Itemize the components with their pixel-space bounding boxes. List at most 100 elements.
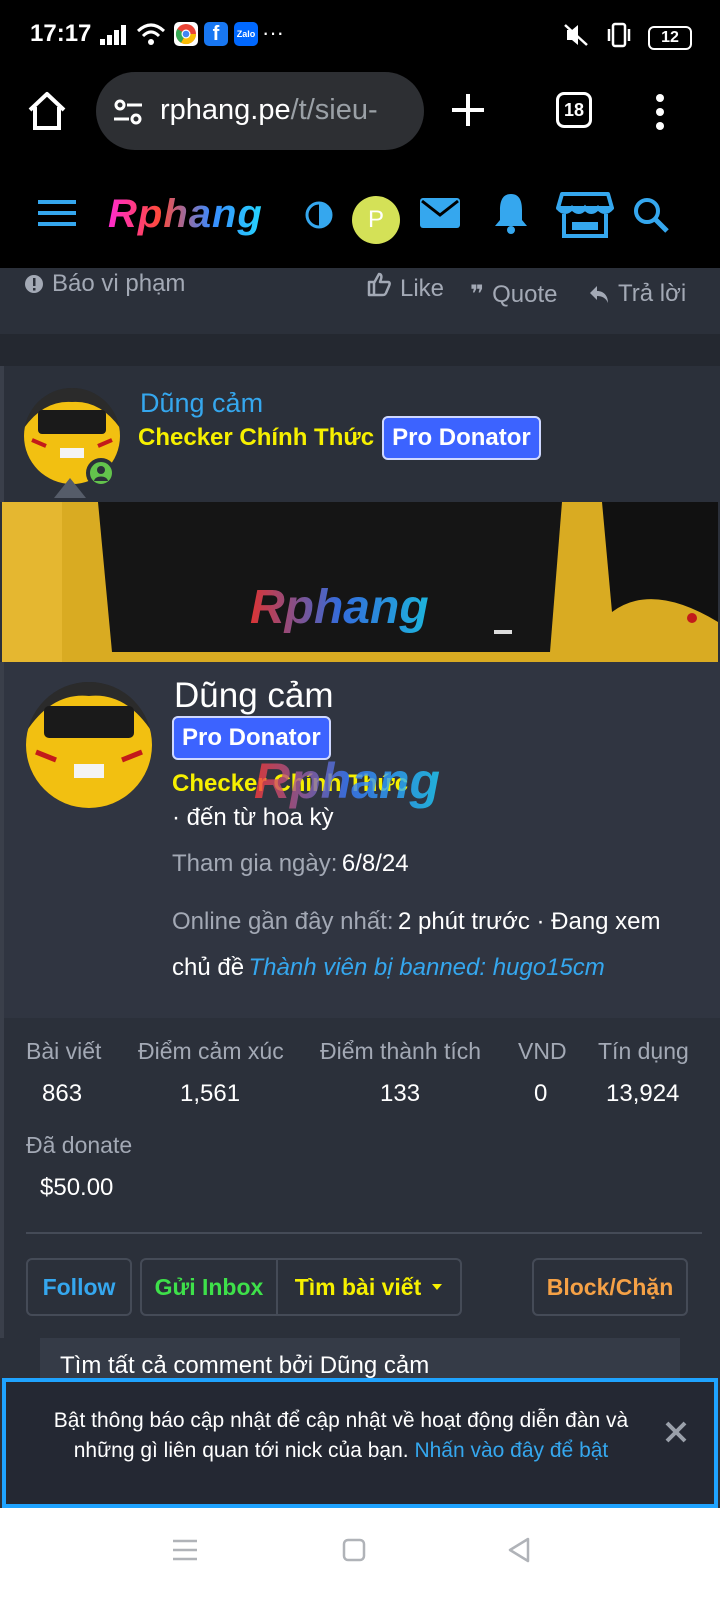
quote-button[interactable]: ❞ Quote: [470, 270, 557, 309]
search-icon: [634, 198, 669, 233]
find-posts-label: Tìm bài viết: [294, 1273, 422, 1300]
profile-joined: Tham gia ngày: 6/8/24: [172, 850, 409, 878]
find-posts-button[interactable]: Tìm bài viết: [276, 1258, 462, 1316]
url-text: rphang.pe/t/sieu-: [160, 94, 410, 127]
member-avatar-large[interactable]: [26, 682, 152, 808]
url-bar[interactable]: rphang.pe/t/sieu-: [96, 72, 424, 150]
home-nav-button[interactable]: [342, 1538, 366, 1567]
member-title: Checker Chính Thức: [138, 424, 375, 451]
zalo-icon: Zalo: [234, 22, 258, 46]
post-actions: Báo vi phạm Like ❞ Quote Trả lời: [0, 268, 720, 334]
block-button[interactable]: Block/Chặn: [532, 1258, 688, 1316]
site-settings-icon[interactable]: [112, 96, 144, 133]
search-button[interactable]: [632, 196, 670, 239]
system-navigation-bar: [0, 1508, 720, 1600]
chrome-icon: [174, 22, 198, 46]
status-right: 12: [562, 22, 692, 53]
close-notice-button[interactable]: [656, 1412, 696, 1452]
back-nav-button[interactable]: [506, 1536, 532, 1569]
alerts-button[interactable]: [492, 190, 530, 239]
theme-toggle-button[interactable]: [304, 200, 334, 235]
status-time: 17:17: [30, 20, 92, 47]
caret-down-icon: [432, 1284, 443, 1290]
member-username-link[interactable]: Dũng cảm: [140, 388, 263, 419]
hamburger-menu-button[interactable]: [38, 198, 78, 233]
bell-icon: [495, 194, 527, 234]
profile-name: Dũng cảm: [174, 676, 334, 715]
quote-icon: ❞: [470, 281, 485, 308]
member-title-row: Checker Chính Thức Pro Donator: [138, 416, 541, 460]
store-icon: [556, 192, 614, 238]
browser-toolbar: rphang.pe/t/sieu- 18: [0, 70, 720, 150]
stat-value-reactions[interactable]: 1,561: [180, 1080, 240, 1108]
viewing-thread-link[interactable]: Thành viên bị banned: hugo15cm: [249, 954, 605, 981]
thumbs-up-icon: [367, 272, 391, 297]
stat-value-vnd: 0: [534, 1080, 548, 1107]
tooltip-arrow: [54, 478, 86, 498]
contrast-icon: [305, 201, 333, 229]
member-action-buttons: Follow Gửi Inbox Tìm bài viết Block/Chặn: [0, 1238, 720, 1338]
user-avatar[interactable]: P: [352, 196, 400, 244]
signal-icon: [98, 24, 130, 51]
joined-label: Tham gia ngày:: [172, 850, 338, 877]
quote-label: Quote: [492, 280, 558, 308]
home-button[interactable]: [22, 86, 72, 136]
stat-label-credits: Tín dụng: [598, 1038, 689, 1064]
enable-notifications-link[interactable]: Nhấn vào đây để bật: [414, 1439, 608, 1462]
home-icon: [28, 92, 66, 130]
profile-last-seen: Online gần đây nhất: 2 phút trước · Đang…: [172, 900, 712, 992]
online-label: Online gần đây nhất:: [172, 908, 394, 935]
new-tab-button[interactable]: [446, 88, 490, 132]
menu-lines-icon: [173, 1539, 197, 1561]
notification-app-icons: f Zalo: [174, 22, 258, 46]
report-link[interactable]: Báo vi phạm: [24, 270, 185, 298]
tab-switcher-button[interactable]: 18: [556, 92, 592, 128]
send-inbox-button[interactable]: Gửi Inbox: [140, 1258, 278, 1316]
back-triangle-icon: [508, 1537, 530, 1563]
profile-watermark: Rphang: [254, 753, 441, 809]
stat-label-reactions: Điểm cảm xúc: [138, 1038, 284, 1064]
screen: 17:17 f Zalo ··· 12 rphang.pe/t/sieu- 18…: [0, 0, 720, 1600]
reply-icon: [590, 286, 608, 303]
member-profile-card: Dũng cảm Pro Donator Checker Chính Thức …: [0, 662, 720, 1018]
battery-indicator: 12: [648, 25, 692, 50]
stat-label-vnd: VND: [518, 1038, 567, 1064]
square-icon: [342, 1538, 366, 1562]
stat-value-credits: 13,924: [606, 1080, 680, 1107]
hamburger-icon: [38, 200, 76, 226]
member-tooltip-header: Dũng cảm Checker Chính Thức Pro Donator: [0, 366, 720, 502]
alert-icon: [25, 275, 43, 293]
online-status-icon: [86, 458, 116, 488]
follow-button[interactable]: Follow: [26, 1258, 132, 1316]
url-domain: rphang.pe: [160, 94, 291, 126]
browser-menu-button[interactable]: [650, 92, 670, 132]
stat-value-posts[interactable]: 863: [42, 1080, 82, 1108]
mail-icon: [420, 198, 460, 228]
push-notification-notice: Bật thông báo cập nhật để cập nhật về ho…: [2, 1378, 718, 1508]
car-avatar-image-large: [26, 682, 152, 808]
mute-vibrate-icon: [562, 22, 590, 53]
like-button[interactable]: Like: [366, 268, 444, 302]
reply-button[interactable]: Trả lời: [588, 270, 686, 308]
recent-apps-button[interactable]: [172, 1538, 198, 1567]
site-header: Rphang P: [0, 150, 720, 268]
stat-value-trophy-points[interactable]: 133: [380, 1080, 420, 1108]
find-all-comments-item[interactable]: Tìm tất cả comment bởi Dũng cảm: [60, 1352, 429, 1379]
viewing-prefix: chủ đề: [172, 954, 245, 981]
store-button[interactable]: [556, 190, 614, 245]
reply-label: Trả lời: [618, 280, 687, 307]
joined-value: 6/8/24: [341, 850, 409, 877]
more-vert-icon: [656, 94, 664, 130]
vibrate-icon: [604, 22, 634, 53]
member-stats: Bài viết 863 Điểm cảm xúc 1,561 Điểm thà…: [0, 1018, 720, 1238]
profile-banner: Rphang: [2, 502, 718, 662]
close-icon: [665, 1421, 687, 1443]
plus-icon: [452, 94, 484, 126]
wifi-icon: [136, 22, 166, 53]
stat-label-donated: Đã donate: [26, 1132, 133, 1158]
stats-separator: [26, 1232, 702, 1234]
inbox-button[interactable]: [418, 196, 462, 235]
report-label: Báo vi phạm: [52, 270, 186, 297]
site-logo[interactable]: Rphang: [108, 192, 263, 237]
notice-text: Bật thông báo cập nhật để cập nhật về ho…: [36, 1406, 646, 1466]
